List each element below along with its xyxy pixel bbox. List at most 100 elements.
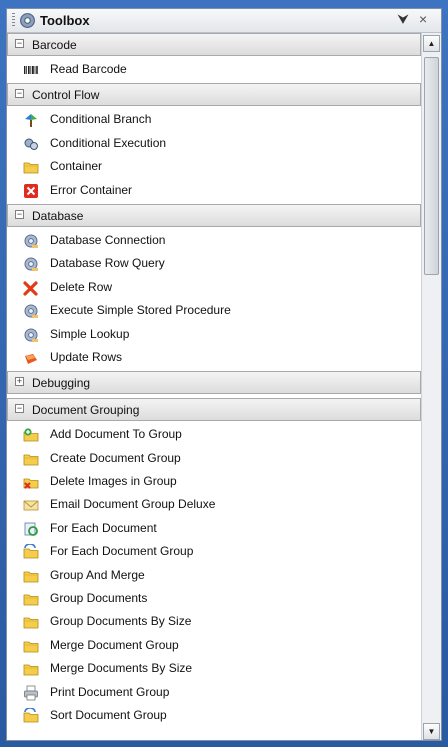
folder-loop-icon (23, 707, 39, 723)
tool-delete-images-in-group[interactable]: Delete Images in Group (7, 470, 421, 493)
update-icon (25, 353, 37, 364)
tool-label: Read Barcode (50, 62, 127, 76)
collapse-icon[interactable]: − (15, 404, 24, 414)
category-label: Control Flow (32, 88, 100, 103)
tool-group-documents-by-size[interactable]: Group Documents By Size (7, 610, 421, 633)
tool-label: Print Document Group (50, 684, 170, 699)
toolbox-panel: Toolbox ⮟ × − Barcode Read Barcode − Con… (6, 8, 442, 741)
folder-icon (23, 594, 39, 606)
close-icon[interactable]: × (419, 11, 427, 27)
tool-label: Merge Documents By Size (50, 661, 193, 676)
tool-label: Container (50, 159, 103, 174)
tool-create-document-group[interactable]: Create Document Group (7, 447, 421, 470)
folder-icon (23, 664, 39, 676)
tool-label: Conditional Execution (50, 135, 167, 150)
tool-delete-row[interactable]: Delete Row (7, 276, 421, 299)
tool-print-document-group[interactable]: Print Document Group (7, 681, 421, 704)
printer-icon (24, 685, 38, 700)
database-gear-icon (24, 234, 38, 248)
folder-icon (23, 618, 39, 629)
collapse-icon[interactable]: − (15, 89, 24, 99)
tool-conditional-execution[interactable]: Conditional Execution (7, 132, 421, 155)
envelope-icon (23, 501, 39, 511)
category-label: Barcode (32, 38, 77, 52)
category-label: Database (32, 208, 84, 223)
tool-read-barcode[interactable]: Read Barcode (7, 58, 421, 81)
tool-error-container[interactable]: Error Container (7, 179, 421, 202)
tool-database-connection[interactable]: Database Connection (7, 229, 421, 252)
tool-label: Update Rows (50, 349, 123, 364)
delete-folder-icon (23, 478, 39, 489)
tool-conditional-branch[interactable]: Conditional Branch (7, 108, 421, 131)
category-label: Document Grouping (32, 403, 140, 418)
window-frame: Toolbox ⮟ × − Barcode Read Barcode − Con… (0, 0, 448, 747)
tool-execute-simple-stored-procedure[interactable]: Execute Simple Stored Procedure (7, 299, 421, 322)
tool-label: Add Document To Group (50, 427, 182, 442)
folder-icon (23, 162, 39, 174)
scroll-down-button[interactable]: ▼ (423, 723, 440, 740)
toolbox-list: − Barcode Read Barcode − Control Flow Co… (7, 33, 421, 740)
database-gear-icon (24, 328, 38, 342)
tool-label: Create Document Group (50, 450, 181, 465)
database-gear-icon (24, 257, 38, 272)
loop-icon (24, 522, 38, 536)
vertical-scrollbar[interactable]: ▲ ▼ (421, 33, 441, 740)
tool-label: Sort Document Group (50, 707, 167, 722)
tool-simple-lookup[interactable]: Simple Lookup (7, 323, 421, 346)
folder-icon (23, 454, 39, 466)
tool-label: Group Documents (50, 591, 148, 606)
tool-label: Conditional Branch (50, 112, 152, 127)
tool-label: Database Connection (50, 232, 166, 247)
tool-for-each-document-group[interactable]: For Each Document Group (7, 540, 421, 563)
folder-loop-icon (23, 544, 39, 559)
scroll-up-button[interactable]: ▲ (423, 35, 440, 52)
tool-label: Simple Lookup (50, 326, 130, 341)
tool-label: Delete Images in Group (50, 474, 177, 489)
add-folder-icon (23, 428, 39, 442)
tool-sort-document-group[interactable]: Sort Document Group (7, 704, 421, 727)
database-gear-icon (24, 304, 38, 319)
tool-merge-documents-by-size[interactable]: Merge Documents By Size (7, 657, 421, 680)
collapse-icon[interactable]: − (15, 209, 24, 219)
tool-label: Group Documents By Size (50, 614, 192, 629)
gear-icon (20, 13, 35, 28)
tool-group-documents[interactable]: Group Documents (7, 587, 421, 610)
category-document-grouping[interactable]: − Document Grouping (7, 398, 421, 422)
branch-icon (25, 114, 37, 128)
barcode-icon (24, 66, 38, 74)
tool-label: Delete Row (50, 279, 113, 294)
tool-for-each-document[interactable]: For Each Document (7, 517, 421, 540)
tool-add-document-to-group[interactable]: Add Document To Group (7, 423, 421, 446)
tool-label: Execute Simple Stored Procedure (50, 303, 231, 318)
tool-merge-document-group[interactable]: Merge Document Group (7, 634, 421, 657)
pin-icon[interactable]: ⮟ (398, 12, 408, 27)
category-debugging[interactable]: + Debugging (7, 371, 421, 395)
category-database[interactable]: − Database (7, 203, 421, 227)
category-control-flow[interactable]: − Control Flow (7, 83, 421, 107)
tool-label: For Each Document (50, 520, 157, 535)
conditional-execution-icon (24, 138, 38, 150)
tool-container[interactable]: Container (7, 155, 421, 178)
drag-grip-icon[interactable] (12, 13, 15, 28)
folder-icon (23, 571, 39, 583)
delete-icon (23, 281, 38, 296)
error-icon (24, 183, 38, 198)
tool-label: Group And Merge (50, 567, 145, 582)
tool-group-and-merge[interactable]: Group And Merge (7, 564, 421, 587)
tool-database-row-query[interactable]: Database Row Query (7, 252, 421, 275)
category-barcode[interactable]: − Barcode (7, 33, 421, 56)
tool-label: Error Container (50, 182, 133, 197)
toolbox-titlebar[interactable]: Toolbox ⮟ × (7, 9, 441, 33)
expand-icon[interactable]: + (15, 377, 24, 387)
collapse-icon[interactable]: − (15, 39, 24, 48)
panel-title: Toolbox (40, 13, 90, 28)
tool-email-document-group-deluxe[interactable]: Email Document Group Deluxe (7, 493, 421, 516)
tool-label: For Each Document Group (50, 544, 194, 559)
tool-label: Email Document Group Deluxe (50, 497, 216, 512)
scroll-thumb[interactable] (424, 57, 439, 275)
tool-label: Database Row Query (50, 256, 165, 271)
tool-update-rows[interactable]: Update Rows (7, 346, 421, 369)
category-label: Debugging (32, 376, 91, 391)
tool-label: Merge Document Group (50, 637, 179, 652)
folder-icon (23, 641, 39, 653)
